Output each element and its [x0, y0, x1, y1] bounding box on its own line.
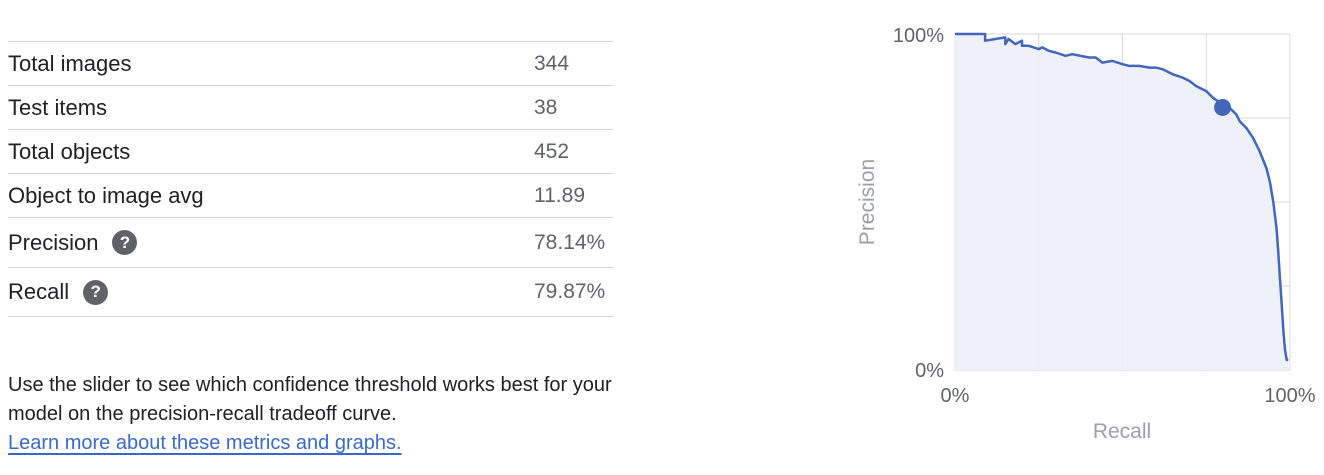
- y-tick-min: 0%: [915, 360, 944, 382]
- x-tick-min: 0%: [941, 385, 970, 407]
- y-axis-title: Precision: [856, 159, 879, 245]
- threshold-point[interactable]: [1214, 98, 1232, 116]
- x-axis-title: Recall: [1093, 420, 1151, 443]
- precision-recall-chart: 100% 0% 0% 100% Recall Precision: [856, 25, 1316, 443]
- y-tick-max: 100%: [893, 25, 944, 47]
- x-tick-max: 100%: [1264, 385, 1315, 407]
